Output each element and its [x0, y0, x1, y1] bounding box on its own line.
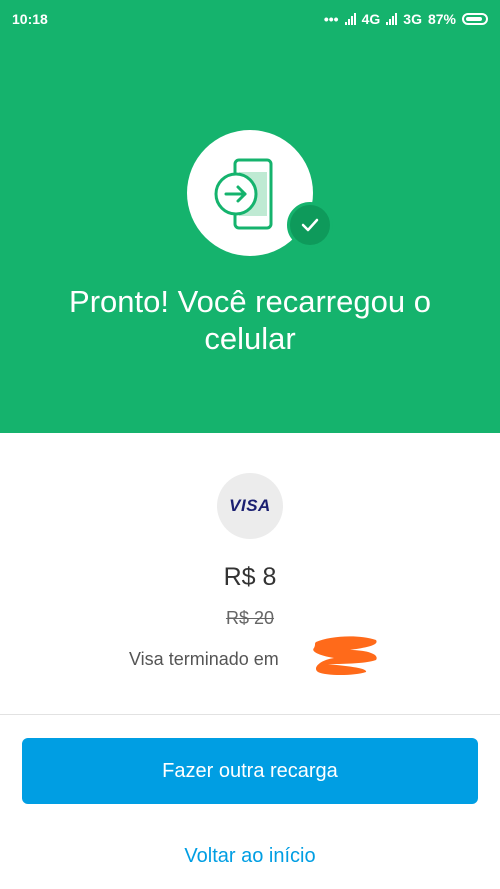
back-to-home-link[interactable]: Voltar ao início — [0, 845, 500, 868]
check-icon — [287, 202, 333, 248]
status-time: 10:18 — [12, 11, 48, 27]
recharge-again-button[interactable]: Fazer outra recarga — [22, 738, 478, 804]
signal-icon — [386, 13, 398, 25]
recharge-amount: R$ 8 — [223, 563, 277, 591]
battery-level: 87% — [427, 11, 456, 27]
status-dots: ••• — [323, 11, 339, 27]
battery-icon — [462, 13, 488, 25]
success-header: Pronto! Você recarregou o celular — [0, 38, 500, 433]
network-type-2: 3G — [403, 11, 422, 27]
original-amount: R$ 20 — [225, 608, 275, 628]
status-indicators: ••• 4G 3G 87% — [324, 11, 488, 27]
signal-icon — [344, 13, 356, 25]
success-title: Pronto! Você recarregou o celular — [69, 284, 431, 356]
status-bar: 10:18 ••• 4G 3G 87% — [0, 0, 500, 38]
divider — [0, 714, 500, 715]
card-description: Visa terminado em — [129, 649, 279, 669]
redaction-mark — [313, 636, 377, 675]
network-type-1: 4G — [361, 11, 381, 27]
visa-logo: VISA — [217, 473, 283, 539]
